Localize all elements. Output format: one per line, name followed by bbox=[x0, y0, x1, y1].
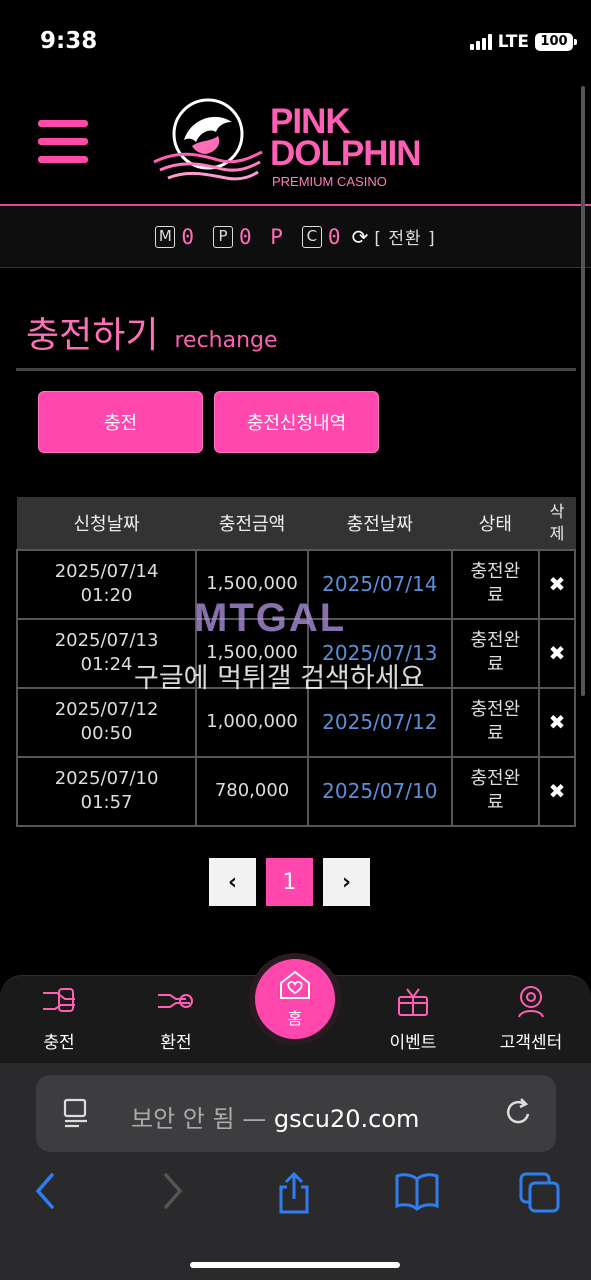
request-date: 2025/07/13 bbox=[54, 630, 159, 651]
site-header: PINK DOLPHIN PREMIUM CASINO bbox=[0, 82, 591, 204]
point-value: 0 P bbox=[238, 224, 286, 249]
nav-support-label: 고객센터 bbox=[499, 1033, 563, 1053]
back-icon[interactable] bbox=[30, 1171, 60, 1211]
support-icon bbox=[518, 986, 544, 1018]
cell-request-date: 2025/07/14 01:20 bbox=[15, 548, 198, 620]
address-bar[interactable]: 보안 안 됨 — gscu20.com bbox=[36, 1075, 556, 1152]
hamburger-menu-icon[interactable] bbox=[38, 120, 88, 164]
watermark-logo: MTGAL bbox=[194, 596, 347, 640]
reload-icon[interactable] bbox=[504, 1095, 534, 1129]
table-row: 2025/07/10 01:57 780,000 2025/07/10 충전완료 … bbox=[15, 755, 576, 827]
request-date: 2025/07/10 bbox=[54, 768, 159, 789]
page-title-korean: 충전하기 bbox=[26, 315, 159, 356]
table-header-row: 신청날짜 충전금액 충전날짜 상태 삭제 bbox=[16, 497, 576, 550]
page-number-button[interactable]: 1 bbox=[266, 858, 313, 906]
status-bar: 9:38 LTE 100 bbox=[0, 0, 591, 82]
next-page-button[interactable]: › bbox=[323, 858, 370, 906]
cell-status: 충전완료 bbox=[450, 686, 541, 758]
share-icon[interactable] bbox=[274, 1171, 314, 1215]
charge-button[interactable]: 충전 bbox=[38, 391, 203, 453]
gift-icon bbox=[398, 988, 428, 1016]
battery-icon: 100 bbox=[535, 33, 577, 51]
exchange-icon bbox=[158, 994, 193, 1008]
reader-icon[interactable] bbox=[62, 1097, 90, 1129]
nav-event-label: 이벤트 bbox=[389, 1033, 437, 1053]
delete-icon[interactable]: ✖ bbox=[538, 617, 576, 689]
cell-request-date: 2025/07/10 01:57 bbox=[15, 755, 198, 827]
table-row: 2025/07/12 00:50 1,000,000 2025/07/12 충전완… bbox=[15, 686, 576, 758]
header-request-date: 신청날짜 bbox=[16, 497, 197, 550]
point-badge: P bbox=[212, 225, 233, 248]
bookmarks-icon[interactable] bbox=[394, 1171, 440, 1211]
casino-value: 0 bbox=[327, 224, 344, 249]
money-value: 0 bbox=[181, 224, 197, 249]
cell-amount: 1,000,000 bbox=[195, 686, 309, 758]
header-status: 상태 bbox=[451, 497, 540, 550]
title-divider bbox=[16, 368, 576, 371]
nav-exchange-label: 환전 bbox=[160, 1033, 192, 1053]
nav-event[interactable]: 이벤트 bbox=[368, 976, 458, 1053]
charge-history-button[interactable]: 충전신청내역 bbox=[214, 391, 379, 453]
delete-icon[interactable]: ✖ bbox=[538, 755, 576, 827]
points-bar: M 0 P 0 P C 0 ⟳ [ 전환 ] bbox=[0, 206, 591, 268]
request-time: 00:50 bbox=[80, 723, 133, 744]
forward-icon[interactable] bbox=[158, 1171, 188, 1211]
nav-charge-label: 충전 bbox=[43, 1033, 75, 1053]
page-title-english: rechange bbox=[174, 328, 278, 353]
cell-status: 충전완료 bbox=[450, 548, 541, 620]
status-time: 9:38 bbox=[40, 28, 98, 54]
delete-icon[interactable]: ✖ bbox=[538, 686, 576, 758]
money-badge: M bbox=[155, 225, 176, 248]
cell-request-date: 2025/07/12 00:50 bbox=[15, 686, 198, 758]
nav-home-label: 홈 bbox=[287, 1009, 303, 1028]
tabs-icon[interactable] bbox=[518, 1171, 562, 1215]
pagination: ‹ 1 › bbox=[209, 858, 370, 906]
domain-label: gscu20.com bbox=[273, 1105, 420, 1133]
home-heart-icon bbox=[280, 970, 310, 999]
header-charge-date: 충전날짜 bbox=[307, 497, 453, 550]
nav-home-button[interactable]: 홈 bbox=[249, 953, 341, 1045]
cell-status: 충전완료 bbox=[450, 617, 541, 689]
network-label: LTE bbox=[497, 32, 529, 52]
watermark-text: 구글에 먹튀갤 검색하세요 bbox=[134, 663, 425, 694]
home-indicator bbox=[190, 1262, 400, 1268]
request-date: 2025/07/14 bbox=[54, 561, 159, 582]
logo-text-premium-casino: PREMIUM CASINO bbox=[272, 174, 387, 189]
header-delete: 삭제 bbox=[538, 497, 576, 550]
request-date: 2025/07/12 bbox=[54, 699, 159, 720]
address-text: 보안 안 됨 — gscu20.com bbox=[131, 1099, 419, 1134]
charge-icon bbox=[43, 988, 75, 1012]
page-title: 충전하기 rechange bbox=[26, 306, 278, 358]
nav-exchange[interactable]: 환전 bbox=[131, 976, 221, 1053]
header-amount: 충전금액 bbox=[195, 497, 309, 550]
delete-icon[interactable]: ✖ bbox=[538, 548, 576, 620]
logo-text-dolphin: DOLPHIN bbox=[270, 134, 421, 173]
prev-page-button[interactable]: ‹ bbox=[209, 858, 256, 906]
security-label: 보안 안 됨 — bbox=[131, 1105, 274, 1133]
site-logo[interactable]: PINK DOLPHIN PREMIUM CASINO bbox=[148, 92, 448, 192]
dolphin-logo-icon bbox=[153, 98, 263, 181]
request-time: 01:20 bbox=[80, 585, 133, 606]
signal-icon bbox=[469, 34, 492, 50]
status-right: LTE 100 bbox=[469, 32, 577, 52]
scrollbar[interactable] bbox=[581, 86, 585, 696]
cell-status: 충전완료 bbox=[450, 755, 541, 827]
cell-amount: 780,000 bbox=[195, 755, 309, 827]
cell-charge-date: 2025/07/12 bbox=[306, 686, 453, 758]
nav-support[interactable]: 고객센터 bbox=[486, 976, 576, 1053]
nav-charge[interactable]: 충전 bbox=[14, 976, 104, 1053]
refresh-icon[interactable]: ⟳ bbox=[352, 225, 369, 249]
request-time: 01:57 bbox=[80, 792, 133, 813]
cell-charge-date: 2025/07/10 bbox=[306, 755, 453, 827]
switch-button[interactable]: [ 전환 ] bbox=[374, 224, 435, 249]
casino-badge: C bbox=[301, 225, 322, 248]
browser-toolbar: 보안 안 됨 — gscu20.com bbox=[0, 1063, 591, 1280]
